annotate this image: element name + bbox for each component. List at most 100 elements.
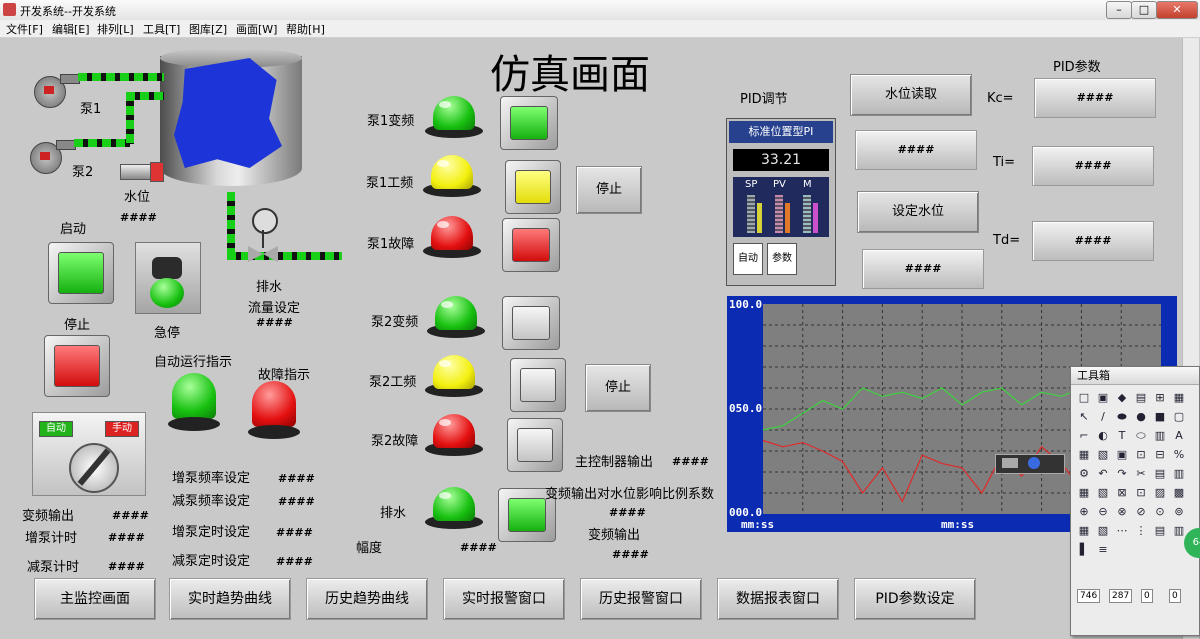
nav-realtime-trend[interactable]: 实时趋势曲线 <box>169 578 291 620</box>
ti-input[interactable]: #### <box>1032 146 1154 186</box>
menu-help[interactable]: 帮助[H] <box>286 21 325 37</box>
toolbox-tool-icon[interactable]: ⊡ <box>1134 486 1148 500</box>
toolbox-tool-icon[interactable]: ▣ <box>1115 448 1129 462</box>
p2-fault-light <box>425 414 483 456</box>
toolbox-tool-icon[interactable]: ⊠ <box>1115 486 1129 500</box>
toolbox-tool-icon[interactable]: ▧ <box>1096 448 1110 462</box>
maximize-button[interactable]: □ <box>1131 1 1157 19</box>
nav-main-monitor[interactable]: 主监控画面 <box>34 578 156 620</box>
toolbox-tool-icon[interactable]: ▌ <box>1077 543 1091 557</box>
mini-tool-icon[interactable] <box>1002 458 1018 468</box>
toolbox-tool-icon[interactable]: ⚙ <box>1077 467 1091 481</box>
toolbox-tool-icon[interactable]: ▥ <box>1153 429 1167 443</box>
toolbox-tool-icon[interactable]: ≡ <box>1096 543 1110 557</box>
setting-0-value: #### <box>112 509 149 522</box>
water-tank <box>160 48 302 194</box>
nav-realtime-alarm[interactable]: 实时报警窗口 <box>443 578 565 620</box>
toolbox-tool-icon[interactable]: ▦ <box>1077 486 1091 500</box>
kc-input[interactable]: #### <box>1034 78 1156 118</box>
toolbox-tool-icon[interactable]: A <box>1172 429 1186 443</box>
toolbox-tool-icon[interactable]: ↖ <box>1077 410 1091 424</box>
set-level-button[interactable]: 设定水位 <box>857 191 979 233</box>
close-button[interactable]: ✕ <box>1156 1 1198 19</box>
toolbox-tool-icon[interactable]: ▣ <box>1096 391 1110 405</box>
read-level-value[interactable]: #### <box>855 130 977 170</box>
stop-2-button[interactable]: 停止 <box>585 364 651 412</box>
trend-mini-toolbar[interactable] <box>995 454 1065 474</box>
toolbox-tool-icon[interactable]: ⊡ <box>1134 448 1148 462</box>
toolbox-tool-icon[interactable]: % <box>1172 448 1186 462</box>
nav-history-trend[interactable]: 历史趋势曲线 <box>306 578 428 620</box>
menu-arrange[interactable]: 排列[L] <box>97 21 134 37</box>
menu-file[interactable]: 文件[F] <box>6 21 43 37</box>
toolbox-tool-icon[interactable]: ▦ <box>1172 391 1186 405</box>
toolbox-tool-icon[interactable]: ⊞ <box>1153 391 1167 405</box>
p1-fault-button[interactable] <box>502 218 560 272</box>
toolbox-tool-icon[interactable]: ▤ <box>1153 524 1167 538</box>
toolbox-tool-icon[interactable]: T <box>1115 429 1129 443</box>
start-button[interactable] <box>48 242 114 304</box>
vf-output-label: 变频输出 <box>588 528 641 543</box>
set-level-value[interactable]: #### <box>862 249 984 289</box>
td-input[interactable]: #### <box>1032 221 1154 261</box>
toolbox-tool-icon[interactable]: ⋮ <box>1134 524 1148 538</box>
menu-gallery[interactable]: 图库[Z] <box>189 21 227 37</box>
p2-fault-button[interactable] <box>507 418 563 472</box>
switch-manual-label: 手动 <box>105 421 139 437</box>
toolbox-tool-icon[interactable]: ⊘ <box>1134 505 1148 519</box>
pipe-pump1 <box>78 73 164 81</box>
menu-edit[interactable]: 编辑[E] <box>52 21 90 37</box>
toolbox-tool-icon[interactable]: ■ <box>1153 410 1167 424</box>
estop-lamp <box>150 278 184 308</box>
pid-auto-button[interactable]: 自动 <box>733 243 763 275</box>
p1-freq-button[interactable] <box>500 96 558 150</box>
nav-history-alarm[interactable]: 历史报警窗口 <box>580 578 702 620</box>
toolbox-tool-icon[interactable]: ▥ <box>1172 467 1186 481</box>
toolbox-tool-icon[interactable]: ⊕ <box>1077 505 1091 519</box>
auto-manual-selector[interactable]: 自动 手动 <box>32 412 146 496</box>
p1-work-button[interactable] <box>505 160 561 214</box>
toolbox-tool-icon[interactable]: ⋯ <box>1115 524 1129 538</box>
stop-1-button[interactable]: 停止 <box>576 166 642 214</box>
toolbox-panel[interactable]: 工具箱 □ ▣ ◆ ▤ ⊞ ▦ ↖ / ⬬ ● ■ ▢ ⌐ ◐ T ⬭ ▥ A ▦ ▧ ▣ ⊡ ⊟% ⚙ ↶ ↷ ✂ ▤ ▥ ▦ ▧ ⊠ ⊡ ▨ ▩… <box>1070 366 1200 636</box>
nav-pid-settings[interactable]: PID参数设定 <box>854 578 976 620</box>
toolbox-tool-icon[interactable]: ▧ <box>1096 486 1110 500</box>
minimize-button[interactable]: – <box>1106 1 1132 19</box>
toolbox-tool-icon[interactable]: ▤ <box>1134 391 1148 405</box>
toolbox-tool-icon[interactable]: / <box>1096 410 1110 424</box>
toolbox-tool-icon[interactable]: ▤ <box>1153 467 1167 481</box>
toolbox-tool-icon[interactable]: ◐ <box>1096 429 1110 443</box>
help-icon[interactable] <box>1028 457 1040 469</box>
p2-work-label: 泵2工频 <box>369 375 417 390</box>
nav-data-report[interactable]: 数据报表窗口 <box>717 578 839 620</box>
toolbox-tool-icon[interactable]: ⬬ <box>1115 410 1129 424</box>
p2-work-button[interactable] <box>510 358 566 412</box>
toolbox-tool-icon[interactable]: ⊖ <box>1096 505 1110 519</box>
stop-button[interactable] <box>44 335 110 397</box>
toolbox-tool-icon[interactable]: ▨ <box>1153 486 1167 500</box>
toolbox-tool-icon[interactable]: □ <box>1077 391 1091 405</box>
read-level-button[interactable]: 水位读取 <box>850 74 972 116</box>
toolbox-tool-icon[interactable]: ▩ <box>1172 486 1186 500</box>
toolbox-tool-icon[interactable]: ⬭ <box>1134 429 1148 443</box>
toolbox-tool-icon[interactable]: ⊚ <box>1172 505 1186 519</box>
toolbox-tool-icon[interactable]: ◆ <box>1115 391 1129 405</box>
toolbox-tool-icon[interactable]: ▢ <box>1172 410 1186 424</box>
toolbox-tool-icon[interactable]: ⊟ <box>1153 448 1167 462</box>
toolbox-tool-icon[interactable]: ⌐ <box>1077 429 1091 443</box>
menu-screen[interactable]: 画面[W] <box>236 21 277 37</box>
menu-tools[interactable]: 工具[T] <box>143 21 180 37</box>
toolbox-tool-icon[interactable]: ↷ <box>1115 467 1129 481</box>
selector-knob[interactable] <box>69 443 119 493</box>
amplitude-value: #### <box>460 541 497 554</box>
p2-freq-button[interactable] <box>502 296 560 350</box>
toolbox-tool-icon[interactable]: ↶ <box>1096 467 1110 481</box>
toolbox-tool-icon[interactable]: ▦ <box>1077 448 1091 462</box>
toolbox-tool-icon[interactable]: ▧ <box>1096 524 1110 538</box>
pid-param-button[interactable]: 参数 <box>767 243 797 275</box>
toolbox-tool-icon[interactable]: ▦ <box>1077 524 1091 538</box>
toolbox-tool-icon[interactable]: ⊙ <box>1153 505 1167 519</box>
toolbox-tool-icon[interactable]: ✂ <box>1134 467 1148 481</box>
toolbox-tool-icon[interactable]: ● <box>1134 410 1148 424</box>
toolbox-tool-icon[interactable]: ⊗ <box>1115 505 1129 519</box>
